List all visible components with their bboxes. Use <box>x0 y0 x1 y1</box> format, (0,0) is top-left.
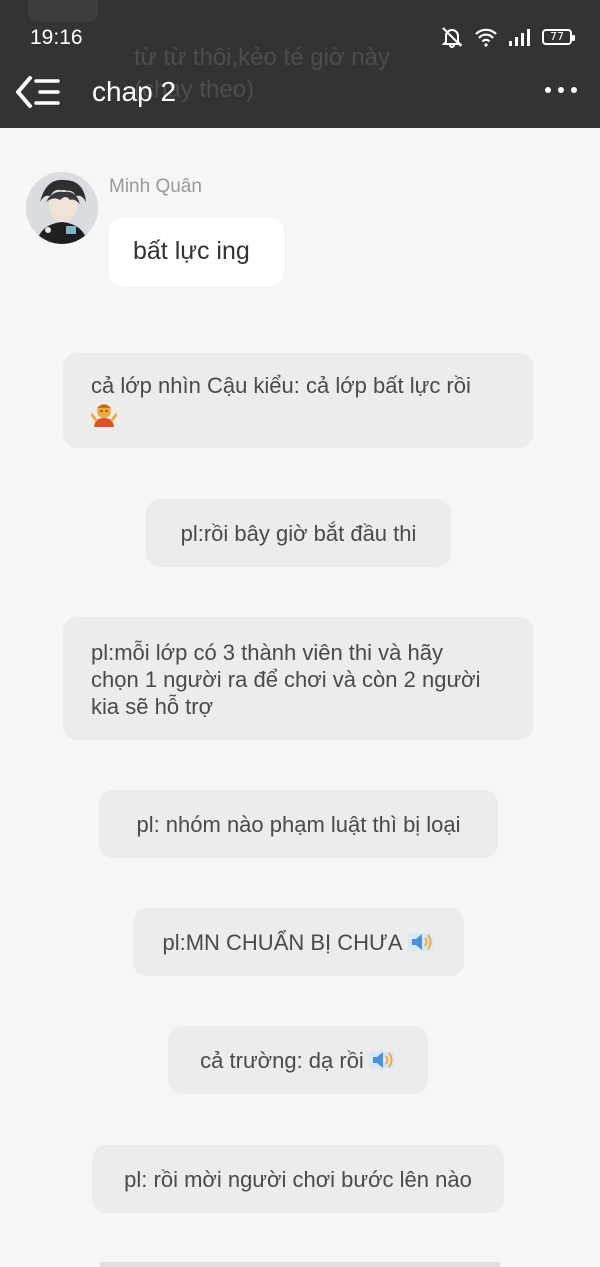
background-text-line: từ từ thôi,kẻo té giờ này <box>134 44 390 71</box>
signal-icon <box>509 29 530 46</box>
more-button[interactable] <box>544 76 578 104</box>
top-app-bar: từ từ thôi,kẻo té giờ này (chạy theo) 19… <box>0 0 600 128</box>
narration-bubble[interactable]: pl:rồi bây giờ bắt đầu thi <box>146 499 451 567</box>
narration-bubble[interactable]: cả trường: dạ rồi <box>168 1026 428 1094</box>
mute-bell-icon <box>441 27 463 48</box>
speaker-icon <box>368 1051 395 1069</box>
narration-text-line: kia sẽ hỗ trợ <box>91 694 214 719</box>
battery-icon: 77 <box>542 29 575 45</box>
background-thumbnail <box>28 0 98 22</box>
narration-text: pl:rồi bây giờ bắt đầu thi <box>180 520 417 546</box>
narration-bubble[interactable]: pl: nhóm nào phạm luật thì bị loại <box>99 790 498 858</box>
sender-name: Minh Quân <box>109 176 202 197</box>
narration-text: cả lớp nhìn Cậu kiểu: cả lớp bất lực rồi <box>91 373 471 398</box>
avatar-image <box>26 172 98 244</box>
user-message-text: bất lực ing <box>133 237 250 265</box>
narration-bubble[interactable]: pl:mỗi lớp có 3 thành viên thi và hãy ch… <box>63 617 533 740</box>
narration-text: cả trường: dạ rồi <box>200 1047 364 1073</box>
page-title: chap 2 <box>92 76 177 107</box>
narration-text-line: pl:mỗi lớp có 3 thành viên thi và hãy <box>91 640 443 665</box>
avatar[interactable] <box>26 172 98 244</box>
status-icons: 77 <box>440 26 575 48</box>
narration-bubble[interactable]: pl: rồi mời người chơi bước lên nào <box>92 1145 504 1213</box>
narration-bubble[interactable]: cả lớp nhìn Cậu kiểu: cả lớp bất lực rồi <box>63 353 533 448</box>
status-time: 19:16 <box>30 26 83 49</box>
more-dots-icon <box>545 87 577 93</box>
narration-text: pl: rồi mời người chơi bước lên nào <box>124 1166 472 1192</box>
person-shrugging-emoji <box>91 404 117 428</box>
narration-text: pl: nhóm nào phạm luật thì bị loại <box>136 811 461 837</box>
chat-area[interactable]: Minh Quân bất lực ing cả lớp nhìn Cậu ki… <box>0 128 600 1267</box>
narration-text: pl:MN CHUẨN BỊ CHƯA <box>162 929 403 955</box>
speaker-icon <box>407 933 434 951</box>
wifi-icon <box>475 28 497 47</box>
next-bubble-edge <box>100 1262 500 1267</box>
narration-bubble[interactable]: pl:MN CHUẨN BỊ CHƯA <box>133 908 464 976</box>
back-button[interactable] <box>14 70 64 114</box>
narration-text-line: chọn 1 người ra để chơi và còn 2 người <box>91 667 481 692</box>
user-message-bubble[interactable]: bất lực ing <box>109 217 284 286</box>
back-list-icon <box>16 76 60 108</box>
